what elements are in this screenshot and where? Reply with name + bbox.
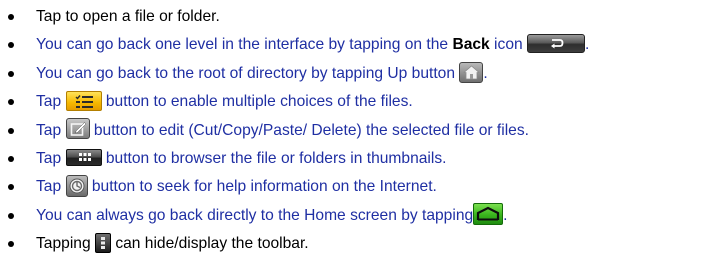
item-text: Tap button to edit (Cut/Copy/Paste/ Dele… [36,117,529,145]
list-item: You can go back one level in the interfa… [0,31,724,59]
bullet [8,14,14,20]
item-text: You can always go back directly to the H… [36,202,508,230]
item-text-before: Tap [36,178,62,196]
item-text-before: Tap [36,149,62,167]
item-text: You can go back one level in the interfa… [36,31,589,59]
item-text-main: Tap to open a file or folder. [36,8,220,25]
item-text: Tap button to seek for help information … [36,173,437,201]
item-text: Tap button to browser the file or folder… [36,145,447,173]
item-text-before: You can go back one level in the interfa… [36,36,453,54]
item-text-trail: . [503,206,508,224]
item-text-after: button to browser the file or folders in… [105,149,447,167]
item-text: You can go back to the root of directory… [36,60,488,88]
item-text-after: button to edit (Cut/Copy/Paste/ Delete) … [93,121,529,139]
list-item: Tapping can hide/display the toolbar. [0,230,724,258]
list-item: Tap button to seek for help information … [0,173,724,201]
list-item: Tap button to enable multiple choices of… [0,88,724,116]
item-text-trail: . [585,36,590,54]
bullet [8,99,14,106]
item-text-before: Tapping [36,235,91,253]
bullet [8,155,14,162]
item-text-after: button to enable multiple choices of the… [105,93,413,111]
bullet [8,70,14,77]
bullet [8,212,14,219]
item-text: Tap button to enable multiple choices of… [36,88,413,116]
list-item: Tap button to edit (Cut/Copy/Paste/ Dele… [0,117,724,145]
toolbar-toggle-icon [94,232,111,253]
thumbnail-grid-icon [65,148,102,166]
item-text-before: You can always go back directly to the H… [36,206,474,224]
back-label: Back [452,36,490,54]
bullet [8,42,14,49]
item-text-before: Tap [36,93,62,111]
bullet [8,184,14,191]
help-icon [65,174,88,197]
list-item: You can always go back directly to the H… [0,202,724,230]
item-text-after: button to seek for help information on t… [91,178,437,196]
home-screen-icon [473,203,504,226]
bullet [8,127,14,134]
list-item: You can go back to the root of directory… [0,60,724,88]
back-arrow-icon [527,34,586,54]
item-text-trail: . [483,64,488,82]
edit-icon [65,118,90,140]
item-text-before: You can go back to the root of directory… [36,64,455,82]
item-text-after: can hide/display the toolbar. [115,235,309,253]
item-text-before: Tap [36,121,62,139]
instruction-list: Tap to open a file or folder. You can go… [0,3,724,259]
bullet [8,241,14,248]
item-text: Tapping can hide/display the toolbar. [36,230,309,258]
item-text-after: icon [489,36,523,54]
home-folder-icon [459,61,484,83]
item-text: Tap to open a file or folder. [36,3,220,31]
list-item: Tap button to browser the file or folder… [0,145,724,173]
list-item: Tap to open a file or folder. [0,3,724,31]
multi-select-icon [65,90,102,111]
